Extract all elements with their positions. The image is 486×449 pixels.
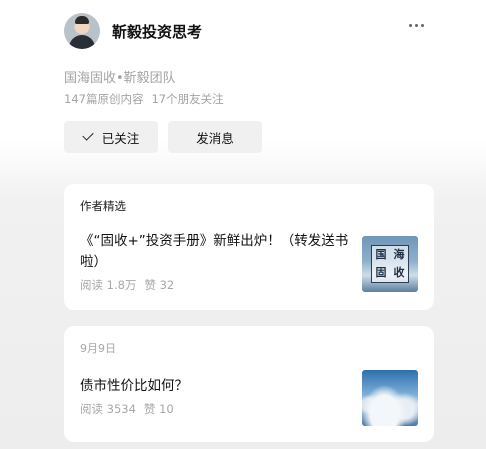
account-name: 靳毅投资思考 — [112, 22, 203, 41]
seal-char: 固 — [375, 266, 387, 279]
follow-button-label: 已关注 — [101, 130, 140, 146]
article-title[interactable]: 债市性价比如何？ — [80, 376, 352, 397]
account-org: 国海固收•靳毅团队 — [64, 71, 176, 86]
send-message-label: 发消息 — [196, 130, 234, 146]
like-count: 赞 10 — [143, 402, 174, 416]
check-icon — [82, 129, 94, 141]
seal-char: 国 — [375, 248, 387, 261]
read-count: 阅读 1.8万 — [80, 278, 137, 292]
post-date: 9月9日 — [80, 342, 116, 355]
avatar[interactable] — [64, 13, 100, 49]
seal-char: 收 — [393, 266, 405, 279]
featured-heading: 作者精选 — [80, 199, 126, 213]
article-title[interactable]: 《“固收+”投资手册》新鲜出炉！（转发送书啦） — [80, 231, 352, 273]
read-count: 阅读 3534 — [80, 402, 136, 416]
featured-article-thumbnail[interactable]: 国 海 固 收 — [362, 236, 418, 292]
like-count: 赞 32 — [144, 278, 175, 292]
dated-card: 9月9日 债市性价比如何？ 阅读 3534 赞 10 — [64, 326, 434, 442]
follow-button[interactable]: 已关注 — [64, 121, 158, 153]
send-message-button[interactable]: 发消息 — [168, 121, 262, 153]
original-content-count: 147篇原创内容 — [64, 92, 144, 106]
seal-char: 海 — [393, 248, 405, 261]
seal-logo: 国 海 固 收 — [371, 245, 409, 283]
dated-article-thumbnail[interactable] — [362, 370, 418, 426]
friends-following-count: 17个朋友关注 — [151, 92, 224, 106]
profile-header: 靳毅投资思考 — [64, 12, 434, 50]
more-horizontal-icon[interactable] — [409, 24, 424, 27]
featured-card: 作者精选 《“固收+”投资手册》新鲜出炉！（转发送书啦） 阅读 1.8万赞 32… — [64, 184, 434, 310]
account-stats: 147篇原创内容 17个朋友关注 — [64, 91, 224, 107]
